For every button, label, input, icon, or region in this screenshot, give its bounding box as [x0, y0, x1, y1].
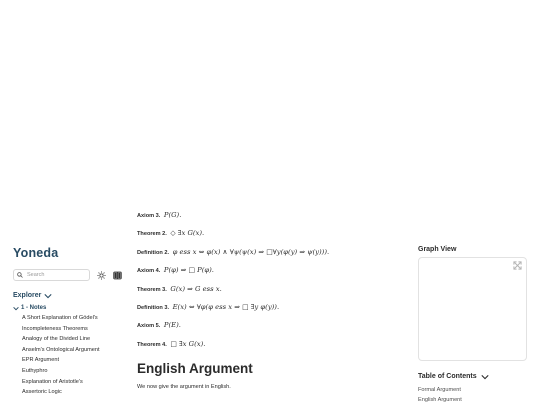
explorer-toggle[interactable]: Explorer	[13, 292, 125, 299]
statement: Theorem 3. G(x) ⇒ G ess x.	[137, 285, 397, 294]
file-item[interactable]: Assertoric Logic	[22, 387, 125, 398]
article: Axiom 3. P(G). Theorem 2. ◇ ∃x G(x). Def…	[137, 211, 397, 390]
graph-view-title: Graph View	[418, 246, 457, 253]
statement: Theorem 2. ◇ ∃x G(x).	[137, 229, 397, 238]
toc-list: Formal Argument English Argument	[418, 385, 527, 405]
statement-label: Axiom 5.	[137, 323, 161, 330]
file-item[interactable]: Analogy of the Divided Line	[22, 334, 125, 345]
statement-label: Theorem 4.	[137, 341, 167, 348]
graph-view[interactable]	[418, 257, 527, 361]
chevron-down-icon	[480, 374, 489, 379]
paragraph: We now give the argument in English.	[137, 383, 231, 390]
search-icon	[17, 272, 23, 278]
toc-item[interactable]: Formal Argument	[418, 385, 527, 395]
search-input[interactable]: Search	[13, 269, 90, 281]
book-icon	[113, 271, 122, 279]
statement-label: Theorem 2.	[137, 231, 167, 238]
reader-mode-button[interactable]	[113, 271, 122, 280]
statement-label: Axiom 3.	[137, 213, 161, 219]
file-item[interactable]: Anselm's Ontological Argument	[22, 345, 125, 356]
statement: Axiom 3. P(G).	[137, 211, 397, 220]
expand-icon[interactable]	[513, 261, 522, 270]
sidebar: Yoneda Search Explorer 1 - Notes A Short…	[13, 246, 125, 398]
toc-item[interactable]: English Argument	[418, 395, 527, 405]
file-item[interactable]: Euthyphro	[22, 366, 125, 377]
statement-formula: φ ess x ⇔ φ(x) ∧ ∀ψ(ψ(x) ⇒ □∀y(φ(y) ⇒ ψ(…	[172, 247, 330, 256]
right-panel: Graph View Table of Contents Formal Argu…	[418, 246, 527, 405]
chevron-down-icon	[13, 306, 19, 310]
statement-label: Axiom 4.	[137, 268, 161, 275]
file-item[interactable]: A Short Explanation of Gödel's	[22, 313, 125, 324]
sun-icon	[97, 270, 106, 280]
statement-formula: E(x) ⇔ ∀φ(φ ess x ⇒ □ ∃y φ(y)).	[172, 302, 280, 311]
statement: Theorem 4. □ ∃x G(x).	[137, 340, 397, 349]
folder-label: 1 - Notes	[21, 305, 47, 311]
statement: Axiom 4. P(φ) ⇒ □ P(φ).	[137, 266, 397, 275]
statement-label: Definition 3.	[137, 304, 170, 311]
statement-formula: □ ∃x G(x).	[170, 339, 206, 348]
toc-toggle[interactable]: Table of Contents	[418, 373, 527, 380]
file-item[interactable]: Incompleteness Theorems	[22, 324, 125, 335]
statement-formula: ◇ ∃x G(x).	[170, 229, 205, 238]
statement-formula: P(E).	[163, 321, 181, 330]
statement-formula: P(G).	[163, 211, 182, 219]
file-list: A Short Explanation of Gödel's Incomplet…	[22, 313, 125, 398]
chevron-down-icon	[44, 293, 53, 298]
theme-toggle-button[interactable]	[97, 270, 106, 280]
statement: Definition 2. φ ess x ⇔ φ(x) ∧ ∀ψ(ψ(x) ⇒…	[137, 248, 397, 257]
file-item[interactable]: Explanation of Aristotle's	[22, 377, 125, 388]
statement-formula: G(x) ⇒ G ess x.	[170, 284, 222, 293]
file-item[interactable]: EPR Argument	[22, 355, 125, 366]
statement: Definition 3. E(x) ⇔ ∀φ(φ ess x ⇒ □ ∃y φ…	[137, 303, 397, 312]
statement: Axiom 5. P(E).	[137, 321, 397, 330]
explorer-label: Explorer	[13, 292, 42, 299]
folder-notes[interactable]: 1 - Notes	[13, 305, 125, 311]
statement-label: Definition 2.	[137, 249, 170, 256]
site-title[interactable]: Yoneda	[13, 246, 125, 260]
toolbar: Search	[13, 268, 125, 282]
section-heading: English Argument	[137, 360, 253, 376]
statement-formula: P(φ) ⇒ □ P(φ).	[163, 266, 214, 275]
toc-title: Table of Contents	[418, 373, 477, 380]
search-placeholder: Search	[27, 272, 45, 278]
statement-label: Theorem 3.	[137, 286, 167, 293]
